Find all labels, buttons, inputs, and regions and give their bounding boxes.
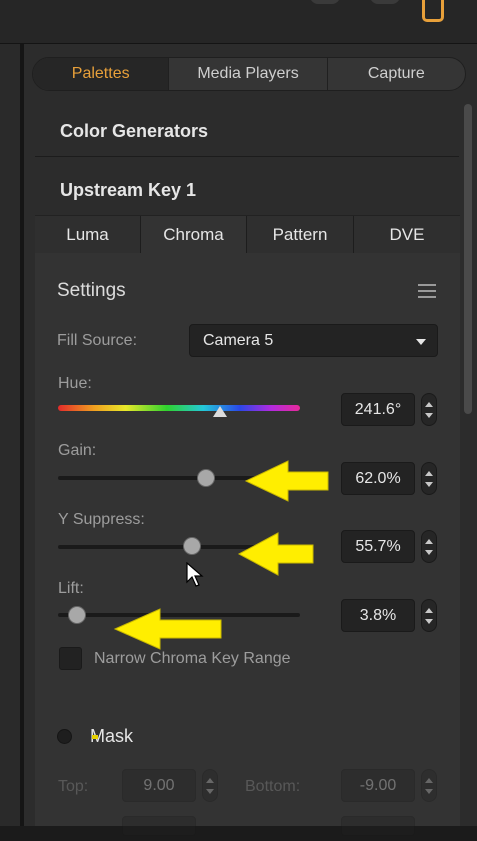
mask-right-field[interactable] <box>341 816 415 836</box>
hue-slider[interactable] <box>58 405 300 411</box>
lift-slider-handle[interactable] <box>68 606 86 624</box>
window-icon[interactable] <box>422 0 444 22</box>
annotation-mark <box>92 735 98 739</box>
tab-dve[interactable]: DVE <box>354 216 460 254</box>
mask-toggle[interactable] <box>57 729 72 744</box>
y-suppress-slider-handle[interactable] <box>183 537 201 555</box>
mask-bottom-stepper-icon[interactable] <box>421 769 437 802</box>
lift-label: Lift: <box>58 580 84 597</box>
scrollbar-thumb[interactable] <box>464 104 472 414</box>
color-generators-header[interactable]: Color Generators <box>60 121 208 142</box>
y-suppress-label: Y Suppress: <box>58 511 145 528</box>
left-panel-edge <box>0 44 20 826</box>
mask-top-stepper-icon[interactable] <box>202 769 218 802</box>
narrow-chroma-key-range-label: Narrow Chroma Key Range <box>94 650 291 667</box>
mask-bottom-label: Bottom: <box>245 778 301 795</box>
narrow-chroma-key-range-checkbox[interactable] <box>59 647 82 670</box>
hue-stepper-icon[interactable] <box>421 393 437 426</box>
tab-pattern[interactable]: Pattern <box>247 216 354 254</box>
gain-value-field[interactable]: 62.0% <box>341 462 415 495</box>
key-type-tabs: Luma Chroma Pattern DVE <box>35 215 460 254</box>
fill-source-dropdown[interactable]: Camera 5 <box>189 324 438 357</box>
settings-title: Settings <box>57 280 126 301</box>
divider <box>35 156 459 157</box>
lift-value-field[interactable]: 3.8% <box>341 599 415 632</box>
toolbar-button-partial[interactable] <box>310 0 340 4</box>
gain-stepper-icon[interactable] <box>421 462 437 495</box>
gain-slider-handle[interactable] <box>197 469 215 487</box>
y-suppress-stepper-icon[interactable] <box>421 530 437 563</box>
tab-chroma[interactable]: Chroma <box>141 216 247 254</box>
mouse-pointer-icon <box>186 562 204 587</box>
mask-bottom-field[interactable]: -9.00 <box>341 769 415 802</box>
hue-value-field[interactable]: 241.6° <box>341 393 415 426</box>
gain-label: Gain: <box>58 442 97 459</box>
menu-icon[interactable] <box>418 284 436 298</box>
annotation-arrow-icon <box>113 608 222 650</box>
main-tab-bar: Palettes Media Players Capture <box>32 57 466 91</box>
tab-media-players[interactable]: Media Players <box>169 58 328 90</box>
upstream-key-header[interactable]: Upstream Key 1 <box>60 180 196 201</box>
hue-label: Hue: <box>58 375 92 392</box>
tab-palettes[interactable]: Palettes <box>33 58 170 90</box>
tab-capture[interactable]: Capture <box>328 58 465 90</box>
fill-source-value: Camera 5 <box>203 331 274 349</box>
toolbar-button-partial[interactable] <box>370 0 400 4</box>
annotation-arrow-icon <box>244 460 329 502</box>
mask-top-label: Top: <box>58 778 89 795</box>
mask-left-field[interactable] <box>122 816 196 836</box>
annotation-arrow-icon <box>237 532 314 576</box>
dropdown-caret-icon <box>416 339 426 345</box>
hue-slider-handle[interactable] <box>213 406 227 417</box>
tab-luma[interactable]: Luma <box>35 216 141 254</box>
mask-top-field[interactable]: 9.00 <box>122 769 196 802</box>
fill-source-label: Fill Source: <box>57 332 138 349</box>
top-toolbar <box>0 0 477 44</box>
lift-stepper-icon[interactable] <box>421 599 437 632</box>
y-suppress-value-field[interactable]: 55.7% <box>341 530 415 563</box>
